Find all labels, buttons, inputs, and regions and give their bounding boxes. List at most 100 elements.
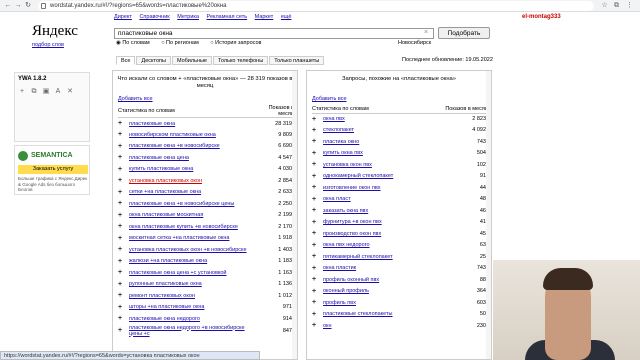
keyword-link[interactable]: пластиковые окна <box>127 118 254 130</box>
tab-phones[interactable]: Только телефоны <box>213 56 269 65</box>
keyword-link[interactable]: жалюзи +на пластиковые окна <box>127 256 254 268</box>
add-keyword-icon[interactable]: + <box>118 152 127 164</box>
nav-metrika[interactable]: Метрика <box>177 14 199 20</box>
add-keyword-icon[interactable]: + <box>312 194 321 206</box>
close-icon[interactable]: ✕ <box>66 88 74 96</box>
plus-icon[interactable]: + <box>18 88 26 96</box>
clear-icon[interactable]: × <box>424 29 428 36</box>
add-keyword-icon[interactable]: + <box>312 148 321 160</box>
add-keyword-icon[interactable]: + <box>312 320 321 332</box>
search-button[interactable]: Подобрать <box>438 27 490 39</box>
tab-all[interactable]: Все <box>116 56 136 65</box>
keyword-link[interactable]: пластиковые окна +в новосибирске <box>127 141 254 153</box>
search-input[interactable]: пластиковые окна <box>114 28 434 39</box>
keyword-link[interactable]: окна пласт <box>321 194 426 206</box>
add-keyword-icon[interactable]: + <box>118 187 127 199</box>
keyword-link[interactable]: ремонт пластиковых окон <box>127 290 254 302</box>
keyword-link[interactable]: пластиковые окна цена +с установкой <box>127 267 254 279</box>
yandex-logo[interactable]: Яндекс <box>32 23 78 40</box>
tab-tablets[interactable]: Только планшеты <box>269 56 325 65</box>
region-link[interactable]: Новосибирск <box>398 40 431 46</box>
add-keyword-icon[interactable]: + <box>118 244 127 256</box>
add-keyword-icon[interactable]: + <box>118 267 127 279</box>
add-keyword-icon[interactable]: + <box>118 290 127 302</box>
keyword-link[interactable]: москитная сетка +на пластиковые окна <box>127 233 254 245</box>
keyword-link[interactable]: купить окна пвх <box>321 148 426 160</box>
add-keyword-icon[interactable]: + <box>312 228 321 240</box>
keyword-link[interactable]: пластиковые окна недорого +в новосибирск… <box>127 325 254 337</box>
logo-subtitle[interactable]: подбор слов <box>32 42 64 48</box>
add-keyword-icon[interactable]: + <box>118 256 127 268</box>
keyword-link[interactable]: профиль пвх <box>321 297 426 309</box>
keyword-link[interactable]: оконный профиль <box>321 286 426 298</box>
add-keyword-icon[interactable]: + <box>118 141 127 153</box>
address-bar[interactable]: wordstat.yandex.ru/#!/?regions=65&words=… <box>38 1 594 11</box>
add-keyword-icon[interactable]: + <box>118 210 127 222</box>
star-icon[interactable]: ☆ <box>600 1 609 10</box>
forward-icon[interactable]: → <box>14 2 22 10</box>
scrollbar[interactable] <box>486 71 491 359</box>
radio-history[interactable]: ○ История запросов <box>210 40 261 46</box>
sort-icon[interactable]: A <box>54 88 62 96</box>
add-keyword-icon[interactable]: + <box>312 217 321 229</box>
add-all-link[interactable]: Добавить все <box>118 96 297 102</box>
keyword-link[interactable]: производство окон пвх <box>321 228 426 240</box>
add-keyword-icon[interactable]: + <box>118 198 127 210</box>
keyword-link[interactable]: установка пластиковых окон +в новосибирс… <box>127 244 254 256</box>
scrollbar[interactable] <box>292 71 297 359</box>
keyword-link[interactable]: стеклопакет <box>321 125 426 137</box>
add-keyword-icon[interactable]: + <box>118 118 127 130</box>
tab-desktop[interactable]: Десктопы <box>136 56 171 65</box>
add-keyword-icon[interactable]: + <box>312 297 321 309</box>
keyword-link[interactable]: пластиковые окна цена <box>127 152 254 164</box>
back-icon[interactable]: ← <box>4 2 12 10</box>
add-keyword-icon[interactable]: + <box>312 309 321 321</box>
add-keyword-icon[interactable]: + <box>312 171 321 183</box>
add-keyword-icon[interactable]: + <box>312 182 321 194</box>
keyword-link[interactable]: пластиковые стеклопакеты <box>321 309 426 321</box>
add-keyword-icon[interactable]: + <box>118 164 127 176</box>
keyword-link[interactable]: фурнитура +в окон пвх <box>321 217 426 229</box>
add-keyword-icon[interactable]: + <box>312 251 321 263</box>
keyword-link[interactable]: купить пластиковые окна <box>127 164 254 176</box>
add-keyword-icon[interactable]: + <box>312 240 321 252</box>
add-keyword-icon[interactable]: + <box>118 129 127 141</box>
tab-mobile[interactable]: Мобильные <box>171 56 212 65</box>
add-keyword-icon[interactable]: + <box>118 279 127 291</box>
keyword-link[interactable]: окна пвх недорого <box>321 240 426 252</box>
keyword-link[interactable]: шторы +на пластиковые окна <box>127 302 254 314</box>
add-keyword-icon[interactable]: + <box>312 274 321 286</box>
keyword-link[interactable]: профиль оконный пвх <box>321 274 426 286</box>
add-keyword-icon[interactable]: + <box>312 159 321 171</box>
add-keyword-icon[interactable]: + <box>312 263 321 275</box>
keyword-link[interactable]: пластиковые окна +в новосибирске цены <box>127 198 254 210</box>
add-keyword-icon[interactable]: + <box>312 125 321 137</box>
add-keyword-icon[interactable]: + <box>118 175 127 187</box>
extensions-icon[interactable]: ⧉ <box>612 1 621 10</box>
keyword-link[interactable]: пластика окно <box>321 136 426 148</box>
keyword-link[interactable]: окн <box>321 320 426 332</box>
keyword-link[interactable]: окна пвх <box>321 113 426 125</box>
add-keyword-icon[interactable]: + <box>312 136 321 148</box>
nav-directory[interactable]: Справочник <box>139 14 169 20</box>
keyword-link[interactable]: окна пластик <box>321 263 426 275</box>
order-service-button[interactable]: Заказать услугу <box>18 165 88 174</box>
add-keyword-icon[interactable]: + <box>118 325 127 337</box>
save-icon[interactable]: ▣ <box>42 88 50 96</box>
keyword-link[interactable]: новосибирском пластиковые окна <box>127 129 254 141</box>
keyword-link[interactable]: сетки +на пластиковые окна <box>127 187 254 199</box>
menu-icon[interactable]: ⋮ <box>625 1 634 10</box>
keyword-link[interactable]: рулонные пластиковые окна <box>127 279 254 291</box>
keyword-link[interactable]: однокамерный стеклопакет <box>321 171 426 183</box>
keyword-link[interactable]: изготовление окон пвх <box>321 182 426 194</box>
add-keyword-icon[interactable]: + <box>312 113 321 125</box>
keyword-link[interactable]: заказать окна пвх <box>321 205 426 217</box>
add-keyword-icon[interactable]: + <box>118 233 127 245</box>
keyword-link[interactable]: установка окон пвх <box>321 159 426 171</box>
user-name[interactable]: el-montag333 <box>522 14 561 20</box>
nav-direct[interactable]: Директ <box>114 14 132 20</box>
add-keyword-icon[interactable]: + <box>118 313 127 325</box>
add-keyword-icon[interactable]: + <box>312 286 321 298</box>
add-keyword-icon[interactable]: + <box>312 205 321 217</box>
add-keyword-icon[interactable]: + <box>118 221 127 233</box>
